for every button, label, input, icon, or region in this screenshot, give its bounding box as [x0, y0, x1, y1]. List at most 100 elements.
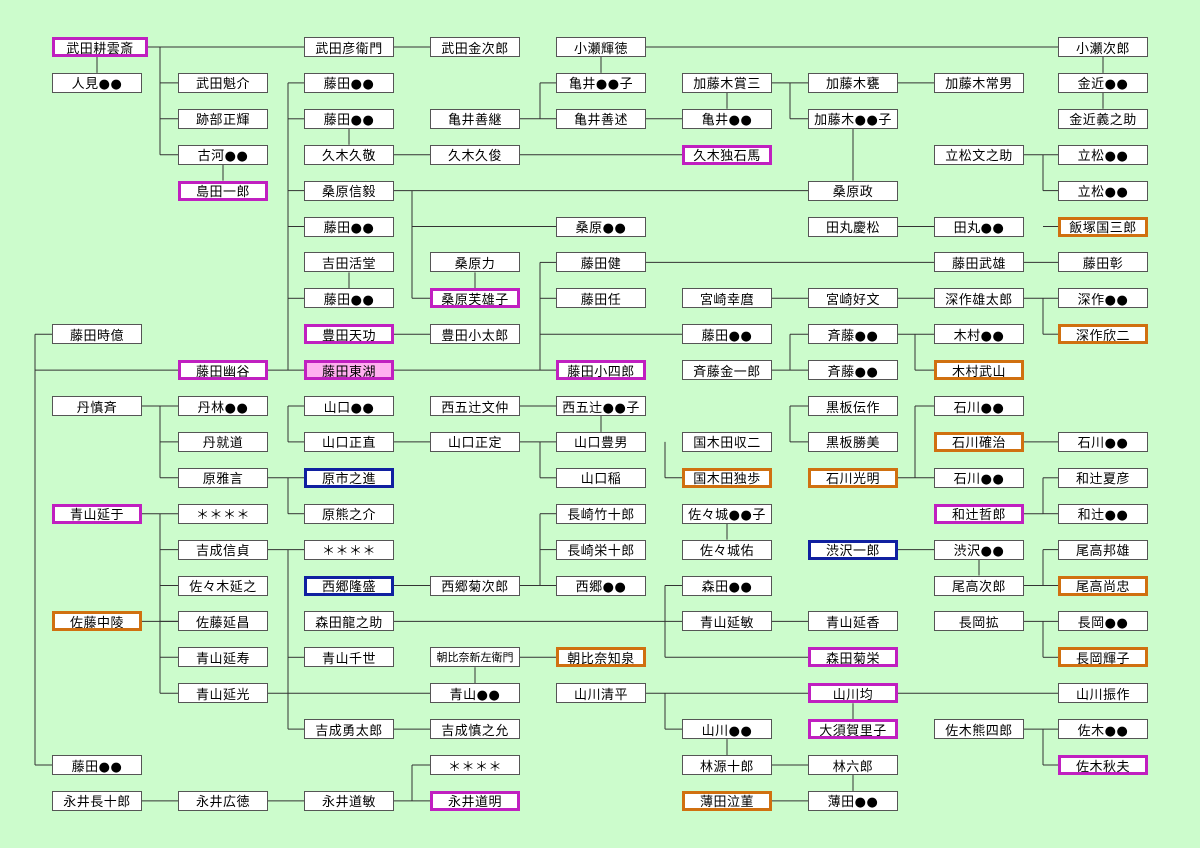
person-box: 島田一郎 — [178, 180, 268, 201]
person-box: 桑原力 — [430, 252, 520, 273]
person-box: 立松●● — [1058, 180, 1148, 201]
person-box: 森田龍之助 — [304, 611, 394, 632]
person-box: 木村●● — [934, 324, 1024, 345]
person-box: 林六郎 — [808, 755, 898, 775]
person-box: 佐木熊四郎 — [934, 719, 1024, 740]
person-box: 亀井善述 — [556, 108, 646, 129]
person-box: 青山千世 — [304, 647, 394, 668]
person-box: 加藤木●●子 — [808, 108, 898, 129]
person-box: 亀井●●子 — [556, 72, 646, 93]
person-box: 田丸●● — [934, 216, 1024, 237]
person-box: 木村武山 — [934, 360, 1024, 381]
person-box: 豊田小太郎 — [430, 324, 520, 345]
person-box: 藤田任 — [556, 288, 646, 309]
person-box: 藤田小四郎 — [556, 360, 646, 381]
person-box: 古河●● — [178, 144, 268, 165]
person-box: 山口正定 — [430, 431, 520, 452]
person-box: 国木田収二 — [682, 431, 772, 452]
person-box: 加藤木常男 — [934, 72, 1024, 93]
person-box: 山川清平 — [556, 683, 646, 704]
person-box: 青山延于 — [52, 503, 142, 524]
person-box: 黒板伝作 — [808, 396, 898, 416]
person-box: ＊＊＊＊ — [178, 503, 268, 524]
person-box: 長岡拡 — [934, 611, 1024, 632]
person-box: 原市之進 — [304, 467, 394, 488]
person-box: 小瀬次郎 — [1058, 37, 1148, 57]
person-box: 西郷●● — [556, 575, 646, 596]
person-box: 原熊之介 — [304, 503, 394, 524]
person-box: 藤田●● — [682, 324, 772, 345]
person-box: 渋沢●● — [934, 539, 1024, 560]
person-box: 藤田●● — [304, 216, 394, 237]
person-box: 藤田●● — [52, 755, 142, 775]
person-box: 久木久俊 — [430, 144, 520, 165]
person-box: 斉藤●● — [808, 360, 898, 381]
person-box: 国木田独歩 — [682, 467, 772, 488]
person-box: 和辻●● — [1058, 503, 1148, 524]
person-box: 亀井●● — [682, 108, 772, 129]
person-box: 人見●● — [52, 72, 142, 93]
person-box: 武田魁介 — [178, 72, 268, 93]
person-box: 長崎栄十郎 — [556, 539, 646, 560]
person-box: 斉藤金一郎 — [682, 360, 772, 381]
person-box: 跡部正輝 — [178, 108, 268, 129]
person-box: 桑原信毅 — [304, 180, 394, 201]
person-box: 青山●● — [430, 683, 520, 704]
person-box: 立松文之助 — [934, 144, 1024, 165]
person-box: ＊＊＊＊ — [430, 755, 520, 775]
person-box: 西郷隆盛 — [304, 575, 394, 596]
person-box: 藤田●● — [304, 108, 394, 129]
person-box: 青山延香 — [808, 611, 898, 632]
person-box: 加藤木甕 — [808, 72, 898, 93]
person-box: 和辻夏彦 — [1058, 467, 1148, 488]
person-box: 佐藤中陵 — [52, 611, 142, 632]
person-box: 長岡●● — [1058, 611, 1148, 632]
person-box: 石川●● — [934, 467, 1024, 488]
person-box: 藤田時億 — [52, 324, 142, 345]
person-box: 原雅言 — [178, 467, 268, 488]
person-box: 久木独石馬 — [682, 144, 772, 165]
person-box: 田丸慶松 — [808, 216, 898, 237]
person-box: 宮崎好文 — [808, 288, 898, 309]
person-box: 西五辻●●子 — [556, 396, 646, 416]
person-box: 青山延敏 — [682, 611, 772, 632]
person-box: 武田彦衛門 — [304, 37, 394, 57]
person-box: 長崎竹十郎 — [556, 503, 646, 524]
person-box: 永井道明 — [430, 790, 520, 811]
person-box: 桑原政 — [808, 180, 898, 201]
person-box: 深作欣二 — [1058, 324, 1148, 345]
person-box: 石川確治 — [934, 431, 1024, 452]
person-box: 和辻哲郎 — [934, 503, 1024, 524]
person-box: 豊田天功 — [304, 324, 394, 345]
person-box: 藤田健 — [556, 252, 646, 273]
person-box: 西五辻文仲 — [430, 396, 520, 416]
person-box: 丹慎斉 — [52, 396, 142, 416]
person-box: 藤田武雄 — [934, 252, 1024, 273]
person-box: 佐々城佑 — [682, 539, 772, 560]
person-box: 藤田幽谷 — [178, 360, 268, 381]
person-box: 山口●● — [304, 396, 394, 416]
person-box: 尾高次郎 — [934, 575, 1024, 596]
person-box: 渋沢一郎 — [808, 539, 898, 560]
person-box: 佐木秋夫 — [1058, 755, 1148, 775]
person-box: 薄田●● — [808, 790, 898, 811]
person-box: 山川均 — [808, 683, 898, 704]
person-box: 武田金次郎 — [430, 37, 520, 57]
person-box: 森田菊栄 — [808, 647, 898, 668]
person-box: 朝比奈新左衛門 — [430, 647, 520, 668]
person-box: 藤田●● — [304, 72, 394, 93]
person-box: 尾高尚忠 — [1058, 575, 1148, 596]
person-box: 山川●● — [682, 719, 772, 740]
person-box: 小瀬輝徳 — [556, 37, 646, 57]
person-box: 深作●● — [1058, 288, 1148, 309]
person-box: 山口正直 — [304, 431, 394, 452]
person-box: 藤田彰 — [1058, 252, 1148, 273]
person-box: 亀井善継 — [430, 108, 520, 129]
person-box: 吉成信貞 — [178, 539, 268, 560]
person-box: 永井道敏 — [304, 790, 394, 811]
person-box: 加藤木賞三 — [682, 72, 772, 93]
person-box: 吉成勇太郎 — [304, 719, 394, 740]
person-box: 森田●● — [682, 575, 772, 596]
person-box: 藤田東湖 — [304, 360, 394, 381]
person-box: 深作雄太郎 — [934, 288, 1024, 309]
